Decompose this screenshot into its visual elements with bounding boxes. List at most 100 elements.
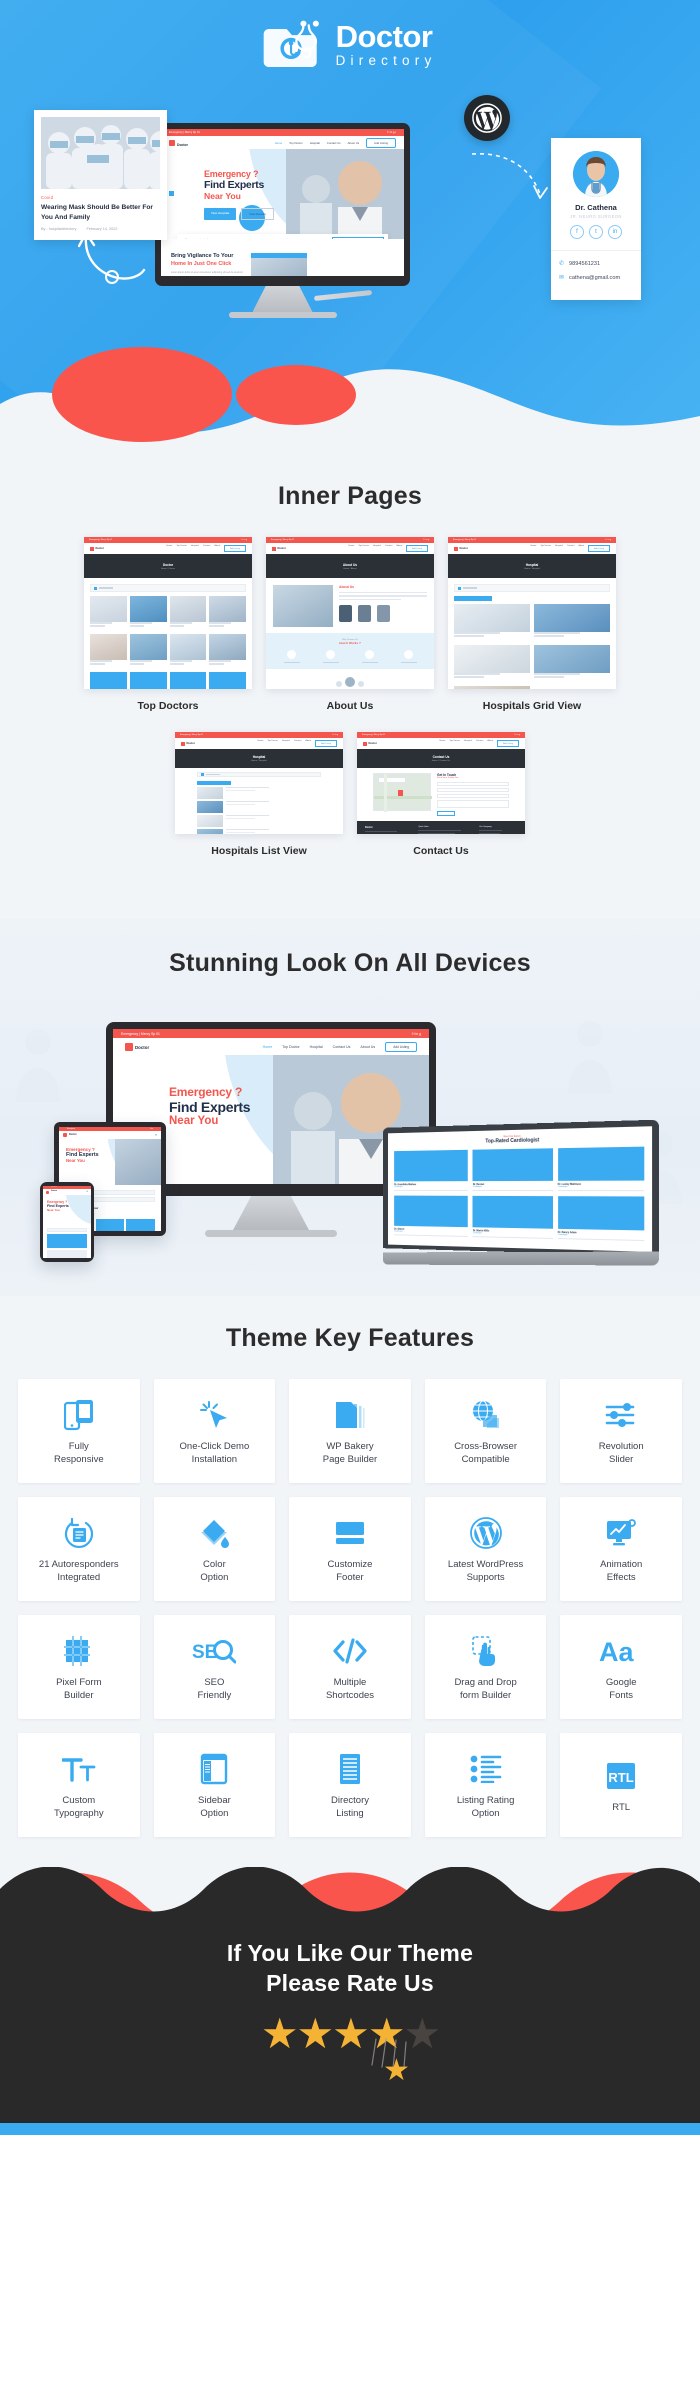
vigilance-line-2: Home In Just One Click <box>171 261 243 267</box>
hero-doctor-photo <box>286 149 404 239</box>
inner-pages-section: Inner Pages Emergency | Mercy Sp 01 f t i… <box>0 460 700 919</box>
thumb-page-title: Doctor <box>163 563 173 567</box>
search-field-category[interactable]: Category Select All Category <box>282 239 329 240</box>
feature-card: One-Click Demo Installation <box>154 1379 276 1483</box>
female-doctor-portrait <box>573 151 619 197</box>
view-doctors-button[interactable]: View Doctors <box>241 208 273 220</box>
desktop-stand <box>233 1196 309 1230</box>
sidebar-layout-icon <box>200 1749 228 1789</box>
desktop-add-listing-button[interactable]: Add Listing <box>385 1042 417 1052</box>
blog-category: Covid <box>41 195 160 200</box>
logo-title: Doctor <box>336 21 437 52</box>
devices-stage: Emergency | Mercy Sp 01f t in g DoctorDi… <box>0 1004 700 1262</box>
thumb-nav-button[interactable]: Add Listing <box>406 545 428 552</box>
site-logo-mark <box>169 140 175 146</box>
hero-line-1: Emergency ? <box>204 169 274 179</box>
feature-card: Animation Effects <box>560 1497 682 1601</box>
inner-page-about-us[interactable]: Emergency | Mercy Sp 01 f t in g Doctor H… <box>266 537 434 712</box>
star-filled[interactable]: ★ <box>297 2010 333 2057</box>
doctor-social-links[interactable]: f t in <box>559 225 633 239</box>
page-thumbnail: Emergency | Mercy Sp 01 f t in g Doctor H… <box>266 537 434 689</box>
menu-item-top-doctor[interactable]: Top Doctor <box>289 141 303 145</box>
doctor-card-item[interactable]: Dr. Olivert Cardiologist <box>394 1196 468 1238</box>
menu-item-about[interactable]: About Us <box>348 141 360 145</box>
hero-search-bar[interactable]: What are you looking for? Find Hospital … <box>177 234 388 239</box>
star-row[interactable]: ★★★★★ <box>0 2013 700 2055</box>
doctor-card-spec: Cardiologist <box>473 1232 553 1236</box>
doctor-card-item[interactable]: Dr. Nancy Adam Cardiologist <box>558 1196 645 1241</box>
doctor-card-item[interactable]: Dr. Lesley Mathison Cardiologist <box>558 1147 645 1192</box>
red-blob-shape-2 <box>236 365 356 425</box>
star-filled[interactable]: ★ <box>332 2010 368 2057</box>
inner-pages-title: Inner Pages <box>0 482 700 511</box>
search-field-keyword[interactable]: What are you looking for? Find Hospital … <box>181 239 228 240</box>
inner-page-contact-us[interactable]: Emergency | Mercy Sp 01 f t in g Doctor H… <box>357 732 525 857</box>
site-logo-name: Doctor <box>177 143 188 147</box>
inner-page-label: Top Doctors <box>84 700 252 712</box>
theme-preview-page: Doctor Directory Covid Wearing Mask Shou… <box>0 0 700 2135</box>
thumb-topbar-text: Emergency | Mercy Sp 01 <box>271 539 294 541</box>
feature-card: 21 Autoresponders Integrated <box>18 1497 140 1601</box>
list-lines-icon <box>337 1749 363 1789</box>
hero-line-2: Find Experts <box>204 179 274 191</box>
menu-item-hospital[interactable]: Hospital <box>310 141 320 145</box>
doctor-card-spec: Cardiologist <box>394 1186 468 1188</box>
view-hospitals-button[interactable]: View Hospitals <box>204 208 236 220</box>
seo-magnifier-icon: SE <box>192 1631 236 1671</box>
thumb-page-title: Hospital <box>526 563 539 567</box>
menu-item-contact[interactable]: Contact Us <box>327 141 341 145</box>
desktop-menu-hospital[interactable]: Hospital <box>310 1045 323 1049</box>
thumb-nav-button[interactable]: Add Listing <box>588 545 610 552</box>
features-grid: Fully Responsive One-Click Demo Installatio… <box>0 1379 700 1837</box>
doctor-card-item[interactable]: Dr. Ananthika Mathew Cardiologist <box>394 1150 468 1191</box>
search-field-location[interactable]: Location Select All Region <box>231 239 278 240</box>
feature-card: Directory Listing <box>289 1733 411 1837</box>
feature-card: Revolution Slider <box>560 1379 682 1483</box>
feature-label: Sidebar Option <box>198 1795 231 1821</box>
rtl-badge-icon: RTL <box>605 1756 637 1796</box>
thumb-breadcrumb: Home / Hospital <box>251 760 267 762</box>
imac-base <box>229 312 337 318</box>
thumb-breadcrumb: Home / Doctor <box>161 568 175 570</box>
thumb-nav-button[interactable]: Add Listing <box>497 740 519 747</box>
menu-item-home[interactable]: Home <box>275 141 282 145</box>
inner-page-label: Hospitals List View <box>175 845 343 857</box>
desktop-menu-about[interactable]: About Us <box>360 1045 375 1049</box>
site-menu[interactable]: Home Top Doctor Hospital Contact Us Abou… <box>275 138 396 148</box>
thumb-logo: Doctor <box>96 547 104 550</box>
inner-page-top-doctors[interactable]: Emergency | Mercy Sp 01 f t in g Doctor H… <box>84 537 252 712</box>
imac-frame: Emergency | Mercy Sp 01 f t in g+ Doctor… <box>155 123 410 286</box>
globe-stack-icon <box>470 1395 502 1435</box>
pixel-grid-icon <box>64 1631 94 1671</box>
doctor-card-item[interactable]: Dr. Bennet Cardiologist <box>473 1148 553 1191</box>
desktop-menu-home[interactable]: Home <box>263 1045 273 1049</box>
features-section: Theme Key Features Fully Responsive One-Cl… <box>0 1296 700 1867</box>
feature-label: 21 Autoresponders Integrated <box>39 1559 119 1585</box>
doctor-card-item[interactable]: Dr. Martin Wills Cardiologist <box>473 1196 553 1239</box>
doctor-email: cathena@gmail.com <box>569 275 620 281</box>
inner-page-label: Contact Us <box>357 845 525 857</box>
inner-page-hospitals-grid[interactable]: Emergency | Mercy Sp 01 f t in g Doctor H… <box>448 537 616 712</box>
feature-label: Custom Typography <box>54 1795 104 1821</box>
star-filled[interactable]: ★ <box>261 2010 297 2057</box>
facebook-icon[interactable]: f <box>570 225 584 239</box>
desktop-menu-top-doctor[interactable]: Top Doctor <box>282 1045 299 1049</box>
cursor-click-icon <box>198 1395 230 1435</box>
inner-page-hospitals-list[interactable]: Emergency | Mercy Sp 01 f t in g Doctor H… <box>175 732 343 857</box>
bullet-list-icon <box>470 1749 502 1789</box>
thumb-nav-button[interactable]: Add Listing <box>224 545 246 552</box>
doctor-name: Dr. Cathena <box>559 203 633 212</box>
feature-card: Drag and Drop form Builder <box>425 1615 547 1719</box>
feature-label: Directory Listing <box>331 1795 369 1821</box>
star-rating[interactable]: ★★★★★ ★ <box>0 2013 700 2083</box>
thumb-page-title: About Us <box>343 563 357 567</box>
desktop-hero-line-3: Near You <box>169 1115 250 1127</box>
page-thumbnail: Emergency | Mercy Sp 01 f t in g Doctor H… <box>448 537 616 689</box>
twitter-icon[interactable]: t <box>589 225 603 239</box>
linkedin-icon[interactable]: in <box>608 225 622 239</box>
feature-label: Customize Footer <box>328 1559 373 1585</box>
thumb-nav-button[interactable]: Add Listing <box>315 740 337 747</box>
desktop-menu-contact[interactable]: Contact Us <box>333 1045 351 1049</box>
add-listing-button[interactable]: Add Listing <box>366 138 396 148</box>
search-submit-button[interactable] <box>332 237 384 240</box>
